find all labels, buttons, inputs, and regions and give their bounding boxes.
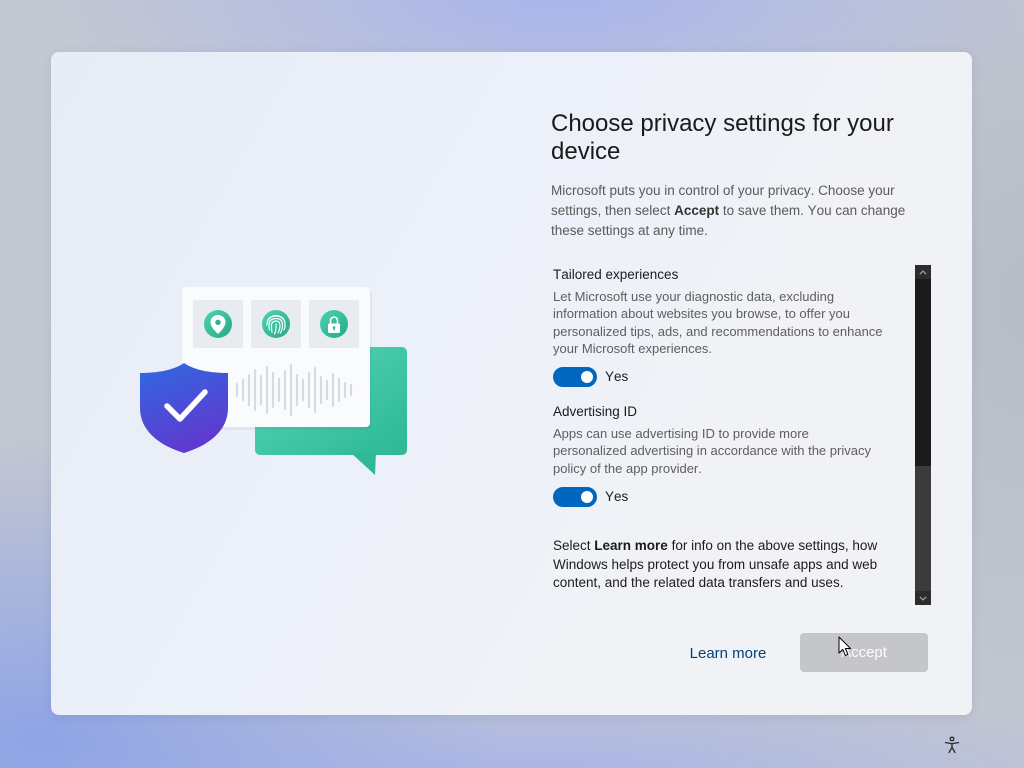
setting-heading: Advertising ID <box>553 404 638 420</box>
icon-tile-lock <box>309 300 359 348</box>
mouse-pointer-icon <box>838 636 852 657</box>
scrollbar-track[interactable] <box>915 279 931 591</box>
lock-icon <box>320 310 348 338</box>
vertical-scrollbar[interactable] <box>915 265 931 605</box>
privacy-illustration <box>140 287 407 475</box>
advertising-id-toggle[interactable] <box>553 487 597 508</box>
oobe-screen: { "screen": { "title": "Choose privacy s… <box>0 0 1024 768</box>
toggle-row: Yes <box>553 487 913 508</box>
toggle-knob <box>581 491 593 504</box>
toggle-state-label: Yes <box>605 489 629 505</box>
toggle-knob <box>581 371 593 384</box>
setting-advertising-id: Advertising ID Apps can use advertising … <box>553 402 913 508</box>
scroll-up-arrow-icon[interactable] <box>915 265 931 279</box>
settings-list: Tailored experiences Let Microsoft use y… <box>551 265 913 593</box>
intro-accept-emphasis: Accept <box>674 203 720 218</box>
setting-description: Apps can use advertising ID to provide m… <box>553 426 871 476</box>
learn-more-note: Select Learn more for info on the above … <box>553 537 903 593</box>
setting-heading: Tailored experiences <box>553 267 679 282</box>
note-text-start: Select <box>553 538 595 554</box>
icon-tile-location <box>193 300 243 348</box>
icon-tile-fingerprint <box>251 300 301 348</box>
scrollbar-thumb[interactable] <box>915 279 931 467</box>
tailored-experiences-toggle[interactable] <box>553 367 597 388</box>
oobe-card: Choose privacy settings for your device … <box>51 52 972 715</box>
accept-button[interactable]: Accept <box>800 633 928 672</box>
scroll-down-arrow-icon[interactable] <box>915 591 931 605</box>
note-learn-more-emphasis: Learn more <box>594 538 668 554</box>
fingerprint-icon <box>262 310 290 338</box>
settings-scroll-panel[interactable]: Tailored experiences Let Microsoft use y… <box>551 265 931 605</box>
page-title: Choose privacy settings for your device <box>551 110 894 165</box>
setting-description: Let Microsoft use your diagnostic data, … <box>553 289 883 356</box>
toggle-state-label: Yes <box>605 369 629 385</box>
shield-check-icon <box>140 363 228 453</box>
setting-tailored-experiences: Tailored experiences Let Microsoft use y… <box>553 265 913 388</box>
accessibility-icon[interactable] <box>943 736 961 754</box>
location-pin-icon <box>204 310 232 338</box>
toggle-row: Yes <box>553 367 913 388</box>
learn-more-link[interactable]: Learn more <box>680 636 776 672</box>
intro-text: Microsoft puts you in control of your pr… <box>551 181 917 241</box>
